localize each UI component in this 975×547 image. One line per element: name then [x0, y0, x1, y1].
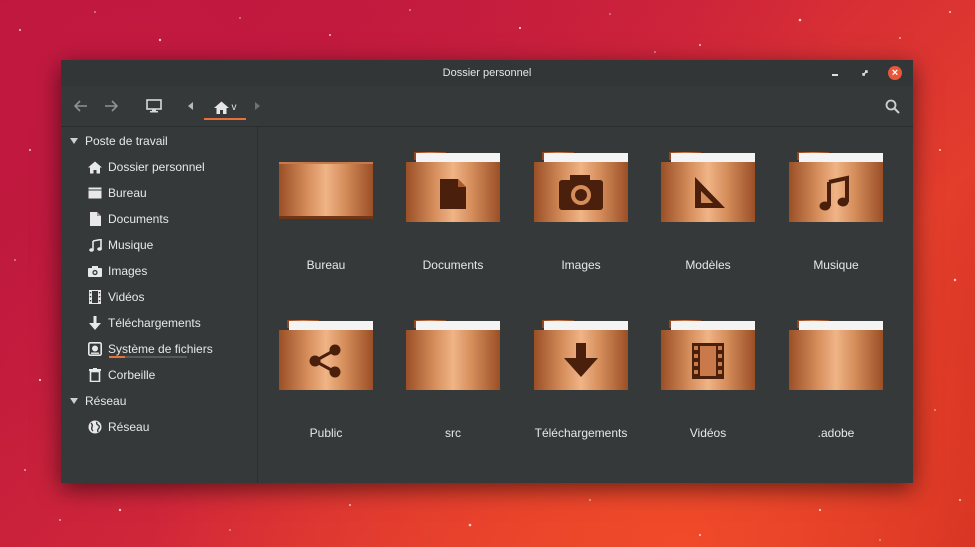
path-scroll-left-button[interactable] [185, 97, 197, 115]
path-dropdown-indicator: v [231, 101, 237, 113]
film-icon [88, 290, 102, 304]
file-view: Bureau Documents Images Modèles Musique … [258, 127, 913, 483]
monitor-icon [146, 99, 162, 113]
sidebar-section-computer[interactable]: Poste de travail [70, 132, 168, 150]
sidebar-item-videos[interactable]: Vidéos [88, 288, 144, 306]
folder-icon [789, 320, 883, 390]
sidebar-section-network[interactable]: Réseau [70, 392, 126, 410]
title-bar[interactable]: Dossier personnel × [61, 60, 913, 86]
filesystem-usage-bar [109, 356, 187, 358]
sidebar-item-label: Réseau [108, 420, 150, 434]
folder-icon [406, 320, 500, 390]
file-item-adobe[interactable]: .adobe [776, 320, 896, 470]
expander-icon [70, 138, 78, 144]
camera-icon [88, 264, 102, 278]
music-icon [88, 238, 102, 252]
path-home-button[interactable]: v [204, 94, 246, 120]
globe-icon [88, 420, 102, 434]
sidebar-item-network[interactable]: Réseau [88, 418, 149, 436]
computer-button[interactable] [143, 95, 165, 117]
file-manager-window: Dossier personnel × v Poste de travail D… [61, 60, 913, 483]
download-icon [88, 316, 102, 330]
folder-public-icon [279, 320, 373, 390]
file-item-label: src [445, 426, 461, 440]
sidebar-item-home[interactable]: Dossier personnel [88, 158, 205, 176]
folder-download-icon [534, 320, 628, 390]
search-button[interactable] [881, 95, 903, 117]
file-item-documents[interactable]: Documents [393, 152, 513, 302]
file-item-label: Vidéos [689, 426, 727, 440]
file-item-label: Téléchargements [534, 426, 628, 440]
sidebar-item-desktop[interactable]: Bureau [88, 184, 147, 202]
file-item-public[interactable]: Public [266, 320, 386, 470]
file-item-modeles[interactable]: Modèles [648, 152, 768, 302]
back-button[interactable] [71, 96, 91, 116]
home-icon [213, 101, 229, 114]
sidebar-item-label: Images [108, 264, 148, 278]
window-title: Dossier personnel [442, 67, 532, 79]
file-item-label: Musique [813, 258, 859, 272]
sidebar: Poste de travail Dossier personnel Burea… [61, 127, 258, 483]
file-item-label: Documents [422, 258, 484, 272]
sidebar-item-images[interactable]: Images [88, 262, 147, 280]
arrow-right-icon [105, 100, 118, 112]
caret-right-icon [255, 102, 260, 110]
folder-videos-icon [661, 320, 755, 390]
sidebar-item-downloads[interactable]: Téléchargements [88, 314, 201, 332]
file-item-label: Images [561, 258, 601, 272]
maximize-button[interactable] [857, 65, 873, 81]
path-scroll-right-button[interactable] [251, 97, 263, 115]
sidebar-item-trash[interactable]: Corbeille [88, 366, 155, 384]
file-item-musique[interactable]: Musique [776, 152, 896, 302]
sidebar-item-documents[interactable]: Documents [88, 210, 169, 228]
sidebar-item-label: Bureau [108, 186, 147, 200]
drive-icon [88, 342, 102, 356]
file-item-images[interactable]: Images [521, 152, 641, 302]
usage-fill [109, 356, 125, 358]
folder-documents-icon [406, 152, 500, 222]
forward-button[interactable] [101, 96, 121, 116]
folder-music-icon [789, 152, 883, 222]
sidebar-item-label: Téléchargements [108, 316, 201, 330]
search-icon [885, 99, 900, 114]
desktop-folder-icon [279, 162, 373, 219]
desktop-icon [88, 186, 102, 200]
toolbar: v [61, 86, 913, 127]
sidebar-item-music[interactable]: Musique [88, 236, 153, 254]
file-item-src[interactable]: src [393, 320, 513, 470]
file-item-label: Public [309, 426, 343, 440]
sidebar-item-label: Corbeille [108, 368, 156, 382]
file-item-bureau[interactable]: Bureau [266, 152, 386, 302]
close-button[interactable]: × [887, 65, 903, 81]
folder-templates-icon [661, 152, 755, 222]
caret-left-icon [188, 102, 193, 110]
folder-images-icon [534, 152, 628, 222]
sidebar-item-label: Documents [108, 212, 169, 226]
file-item-label: Modèles [685, 258, 731, 272]
section-label: Poste de travail [85, 134, 168, 148]
section-label: Réseau [85, 394, 127, 408]
file-item-label: Bureau [306, 258, 346, 272]
file-item-label: .adobe [817, 426, 855, 440]
file-item-videos[interactable]: Vidéos [648, 320, 768, 470]
sidebar-item-label: Système de fichiers [108, 342, 213, 356]
document-icon [88, 212, 102, 226]
home-icon [88, 160, 102, 174]
trash-icon [88, 368, 102, 382]
minimize-button[interactable] [827, 65, 843, 81]
sidebar-item-label: Vidéos [108, 290, 145, 304]
sidebar-item-label: Musique [108, 238, 154, 252]
sidebar-item-label: Dossier personnel [108, 160, 205, 174]
arrow-left-icon [74, 100, 87, 112]
file-item-telechargements[interactable]: Téléchargements [521, 320, 641, 470]
expander-icon [70, 398, 78, 404]
close-icon: × [888, 66, 902, 80]
